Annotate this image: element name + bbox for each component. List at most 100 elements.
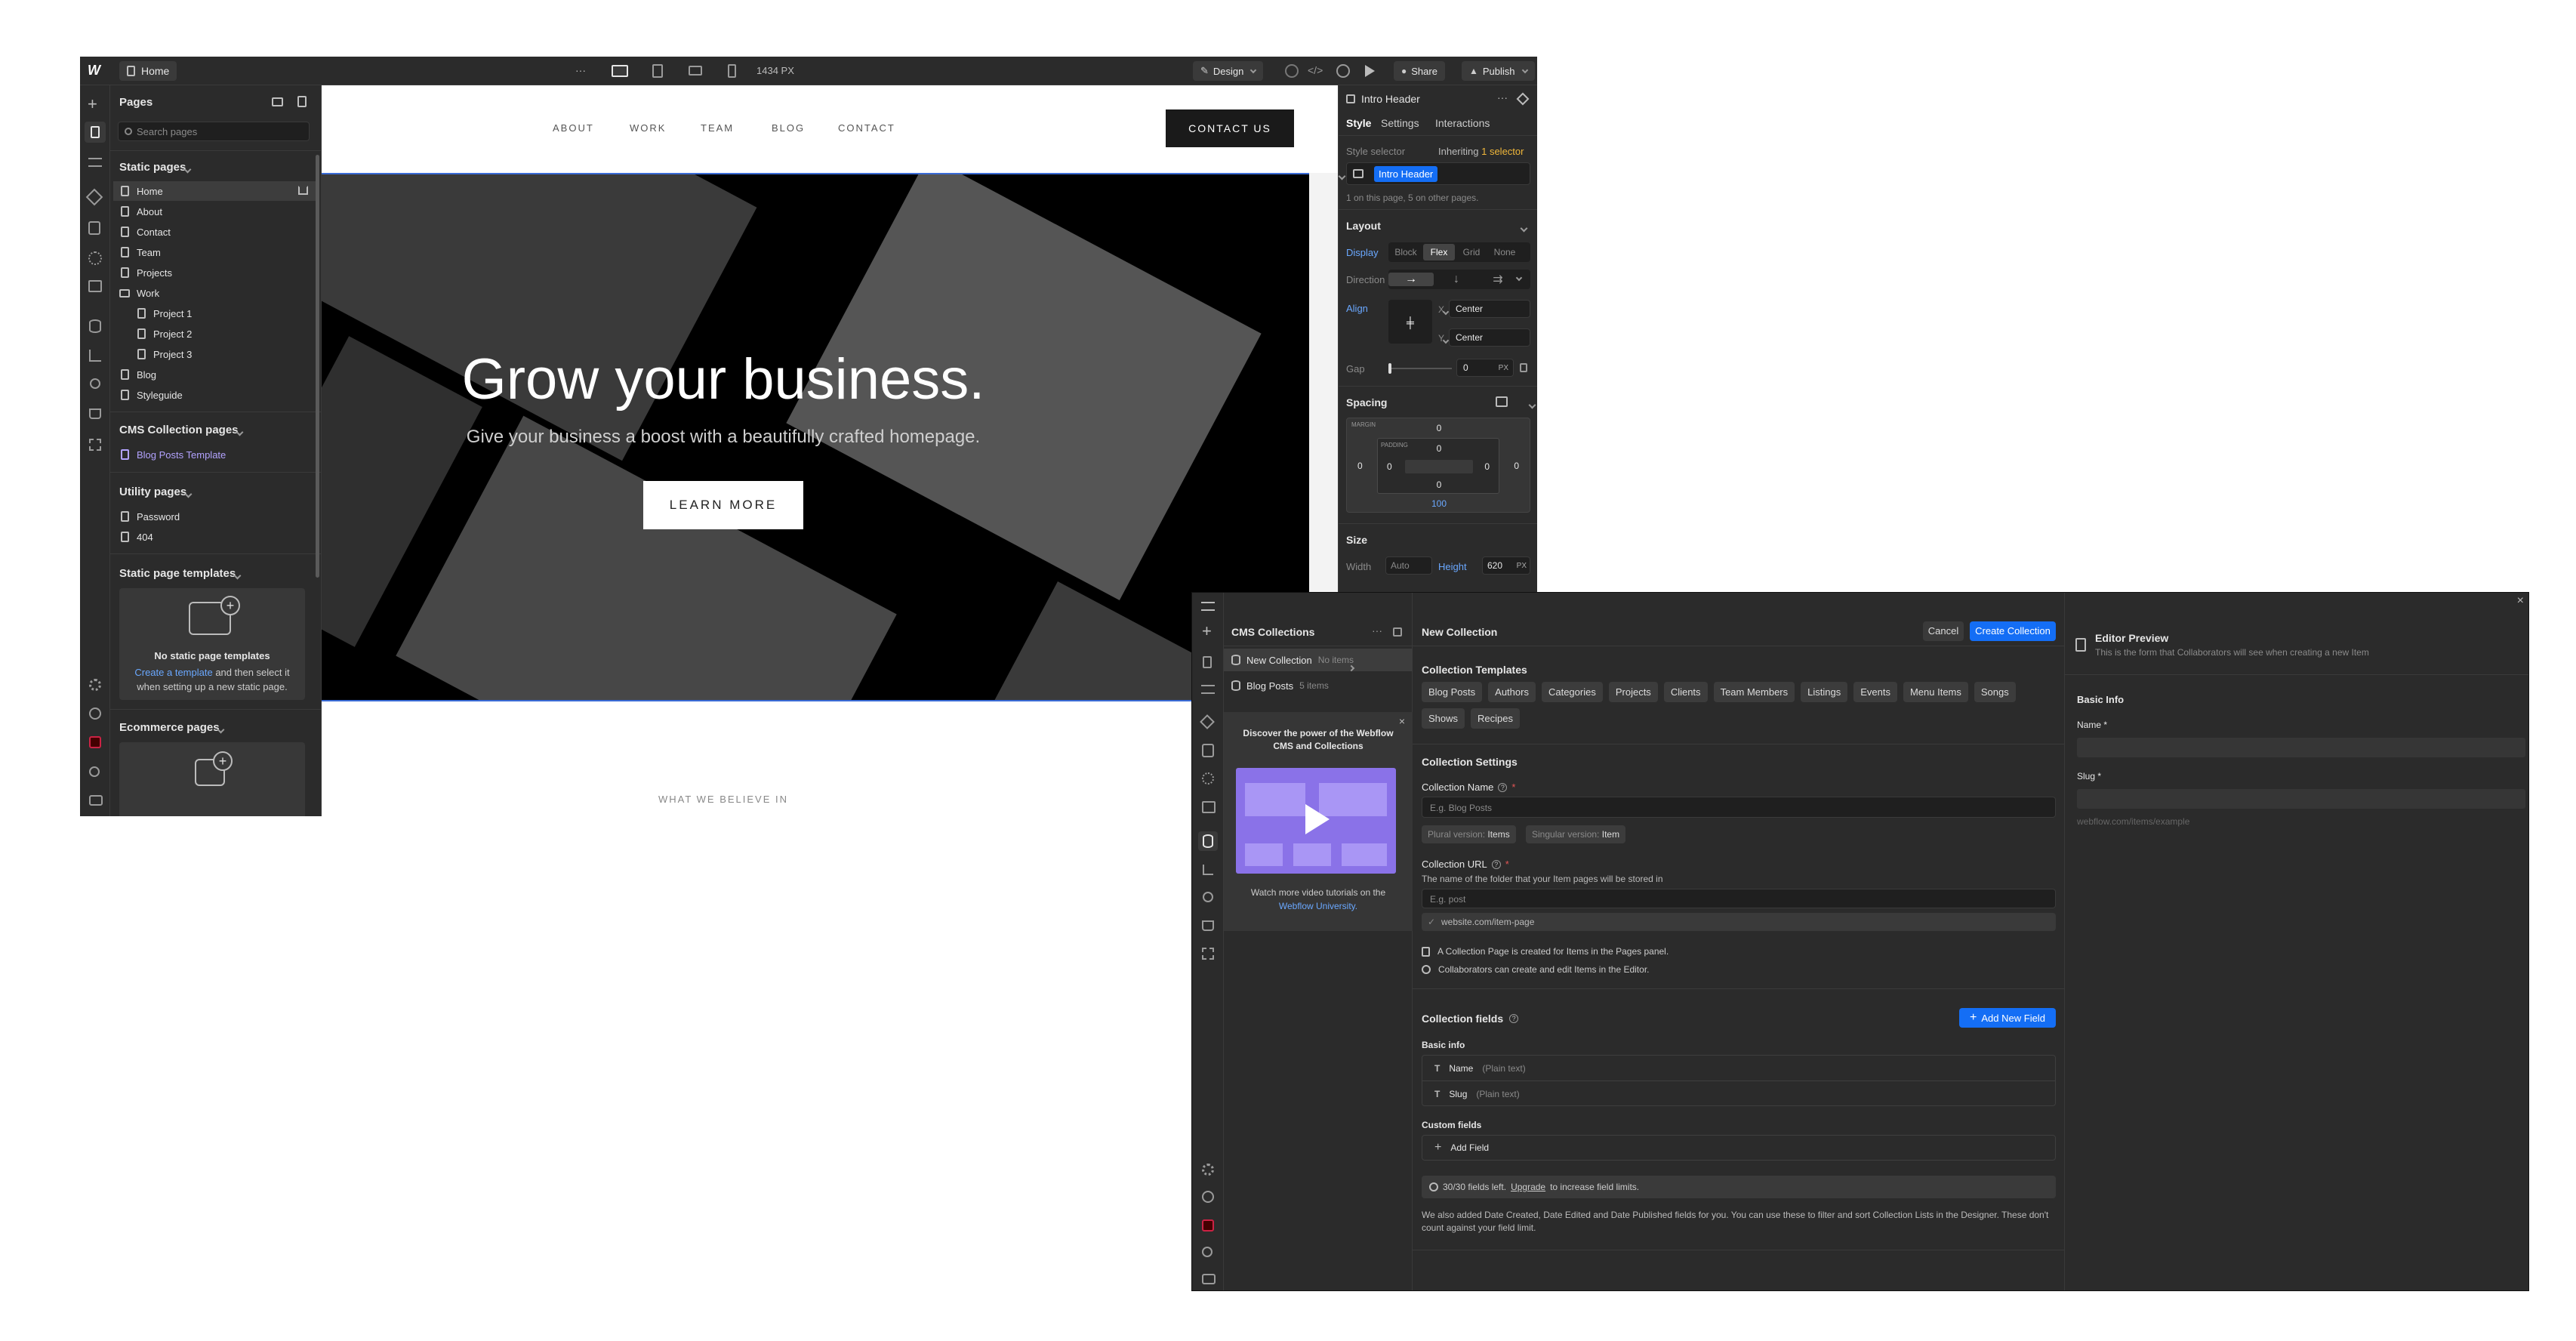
more-icon[interactable]: ··· [1372, 624, 1382, 637]
page-list-item[interactable]: 404 [121, 527, 153, 547]
record-icon[interactable] [1202, 1219, 1214, 1232]
styles-icon[interactable] [88, 251, 102, 265]
page-list-item[interactable]: Contact [121, 222, 171, 242]
template-chip[interactable]: Projects [1608, 682, 1658, 702]
preview-slug-input[interactable] [2077, 789, 2525, 809]
align-y-select[interactable]: Center [1442, 328, 1530, 347]
selector-field[interactable]: Intro Header [1338, 162, 1530, 185]
breakpoint-laptop-icon[interactable] [652, 64, 663, 78]
ecommerce-pages-header[interactable]: Ecommerce pages [119, 721, 313, 735]
assets-icon[interactable] [1202, 801, 1216, 813]
gap-slider[interactable] [1388, 363, 1452, 374]
page-list-item[interactable]: Project 1 [137, 304, 192, 323]
search-icon[interactable] [89, 766, 100, 777]
folder-list-item[interactable]: Work [119, 283, 159, 303]
help-icon[interactable]: ? [1498, 782, 1508, 792]
cancel-button[interactable]: Cancel [1923, 621, 1964, 641]
width-input[interactable]: Auto [1385, 556, 1432, 575]
pages-icon[interactable] [85, 122, 106, 143]
spacing-toggle-icon[interactable] [1496, 396, 1508, 407]
contact-us-button[interactable]: CONTACT US [1166, 109, 1294, 147]
field-row[interactable]: T Name (Plain text) [1422, 1056, 2055, 1081]
hamburger-icon[interactable] [1201, 602, 1215, 611]
tab-interactions[interactable]: Interactions [1435, 117, 1490, 129]
more-icon[interactable]: ··· [1497, 91, 1508, 103]
display-none-option[interactable]: None [1488, 247, 1521, 257]
apps-icon[interactable] [89, 439, 101, 451]
audit-icon[interactable] [1202, 1191, 1214, 1203]
navigator-icon[interactable] [88, 158, 102, 167]
add-icon[interactable]: + [1202, 623, 1212, 640]
nav-link[interactable]: BLOG [772, 122, 805, 134]
tab-style[interactable]: Style [1346, 117, 1371, 129]
collection-item[interactable]: Blog Posts 5 items [1224, 674, 1413, 697]
help-icon[interactable]: ? [1509, 1014, 1519, 1023]
add-field-row[interactable]: + Add Field [1422, 1135, 2056, 1161]
navigator-icon[interactable] [1201, 685, 1215, 694]
singular-chip[interactable]: Singular version: Item [1526, 825, 1626, 843]
page-list-item[interactable]: Styleguide [121, 385, 183, 405]
create-collection-button[interactable]: Create Collection [1970, 621, 2056, 641]
template-chip[interactable]: Menu Items [1903, 682, 1968, 702]
assets-icon[interactable] [88, 280, 102, 292]
size-title[interactable]: Size [1346, 534, 1367, 546]
page-list-item[interactable]: Project 2 [137, 324, 192, 344]
ecommerce-icon[interactable] [89, 408, 101, 419]
inheriting-count[interactable]: 1 selector [1481, 146, 1524, 157]
preview-name-input[interactable] [2077, 738, 2525, 757]
align-grid[interactable]: ╪ [1388, 300, 1432, 344]
arrow-right-icon[interactable]: → [1388, 273, 1434, 286]
add-icon[interactable]: + [88, 96, 97, 113]
collapse-icon[interactable] [1393, 627, 1402, 637]
variables-icon[interactable] [88, 221, 100, 235]
collection-url-input[interactable]: E.g. post [1422, 889, 2056, 908]
nav-link[interactable]: ABOUT [553, 122, 594, 134]
padding-left-value[interactable]: 0 [1387, 461, 1392, 472]
nav-link[interactable]: CONTACT [838, 122, 895, 134]
close-icon[interactable]: × [1399, 715, 1405, 727]
mode-dropdown[interactable]: ✎ Design [1193, 61, 1264, 81]
template-chip[interactable]: Songs [1974, 682, 2016, 702]
play-icon[interactable] [1305, 804, 1330, 834]
padding-box[interactable]: PADDING 0 0 0 0 [1377, 438, 1499, 494]
components-icon[interactable] [85, 188, 103, 206]
page-list-item[interactable]: Projects [121, 263, 172, 282]
webflow-university-link[interactable]: Webflow University. [1224, 901, 1413, 911]
page-list-item[interactable]: About [121, 202, 162, 221]
static-pages-header[interactable]: Static pages [119, 161, 313, 174]
components-icon[interactable] [1516, 92, 1530, 106]
margin-left-value[interactable]: 0 [1357, 461, 1363, 471]
logic-icon[interactable] [1203, 865, 1213, 875]
template-chip[interactable]: Authors [1488, 682, 1536, 702]
styles-icon[interactable] [1202, 772, 1214, 785]
breakpoint-tablet-icon[interactable] [689, 66, 702, 76]
padding-top-value[interactable]: 0 [1378, 443, 1500, 454]
preview-play-icon[interactable] [1365, 65, 1375, 77]
panel-scrollbar[interactable] [316, 155, 319, 578]
lock-icon[interactable] [1520, 363, 1527, 372]
video-icon[interactable] [89, 795, 103, 806]
margin-bottom-value[interactable]: 100 [1347, 498, 1531, 509]
page-list-item[interactable]: Project 3 [137, 344, 192, 364]
plural-chip[interactable]: Plural version: Items [1422, 825, 1516, 843]
utility-pages-header[interactable]: Utility pages [119, 486, 313, 499]
new-page-icon[interactable] [297, 96, 307, 107]
users-icon[interactable] [1203, 892, 1213, 902]
components-icon[interactable] [1200, 714, 1215, 729]
cms-template-page-item[interactable]: Blog Posts Template [121, 445, 226, 464]
code-icon[interactable]: </> [1308, 64, 1323, 76]
slider-thumb[interactable] [1388, 363, 1391, 374]
arrow-down-icon[interactable]: ↓ [1434, 273, 1479, 286]
collection-name-input[interactable]: E.g. Blog Posts [1422, 797, 2056, 818]
tab-settings[interactable]: Settings [1381, 117, 1419, 129]
field-row[interactable]: T Slug (Plain text) [1422, 1081, 2055, 1107]
apps-icon[interactable] [1202, 948, 1214, 960]
breakpoint-mobile-icon[interactable] [728, 64, 736, 78]
audit-icon[interactable] [89, 707, 101, 720]
padding-bottom-value[interactable]: 0 [1378, 479, 1500, 490]
page-list-item[interactable]: Blog [121, 365, 156, 384]
cms-icon[interactable] [1198, 831, 1218, 851]
display-grid-option[interactable]: Grid [1455, 247, 1488, 257]
variables-icon[interactable] [1202, 744, 1214, 757]
logic-icon[interactable] [89, 350, 101, 362]
